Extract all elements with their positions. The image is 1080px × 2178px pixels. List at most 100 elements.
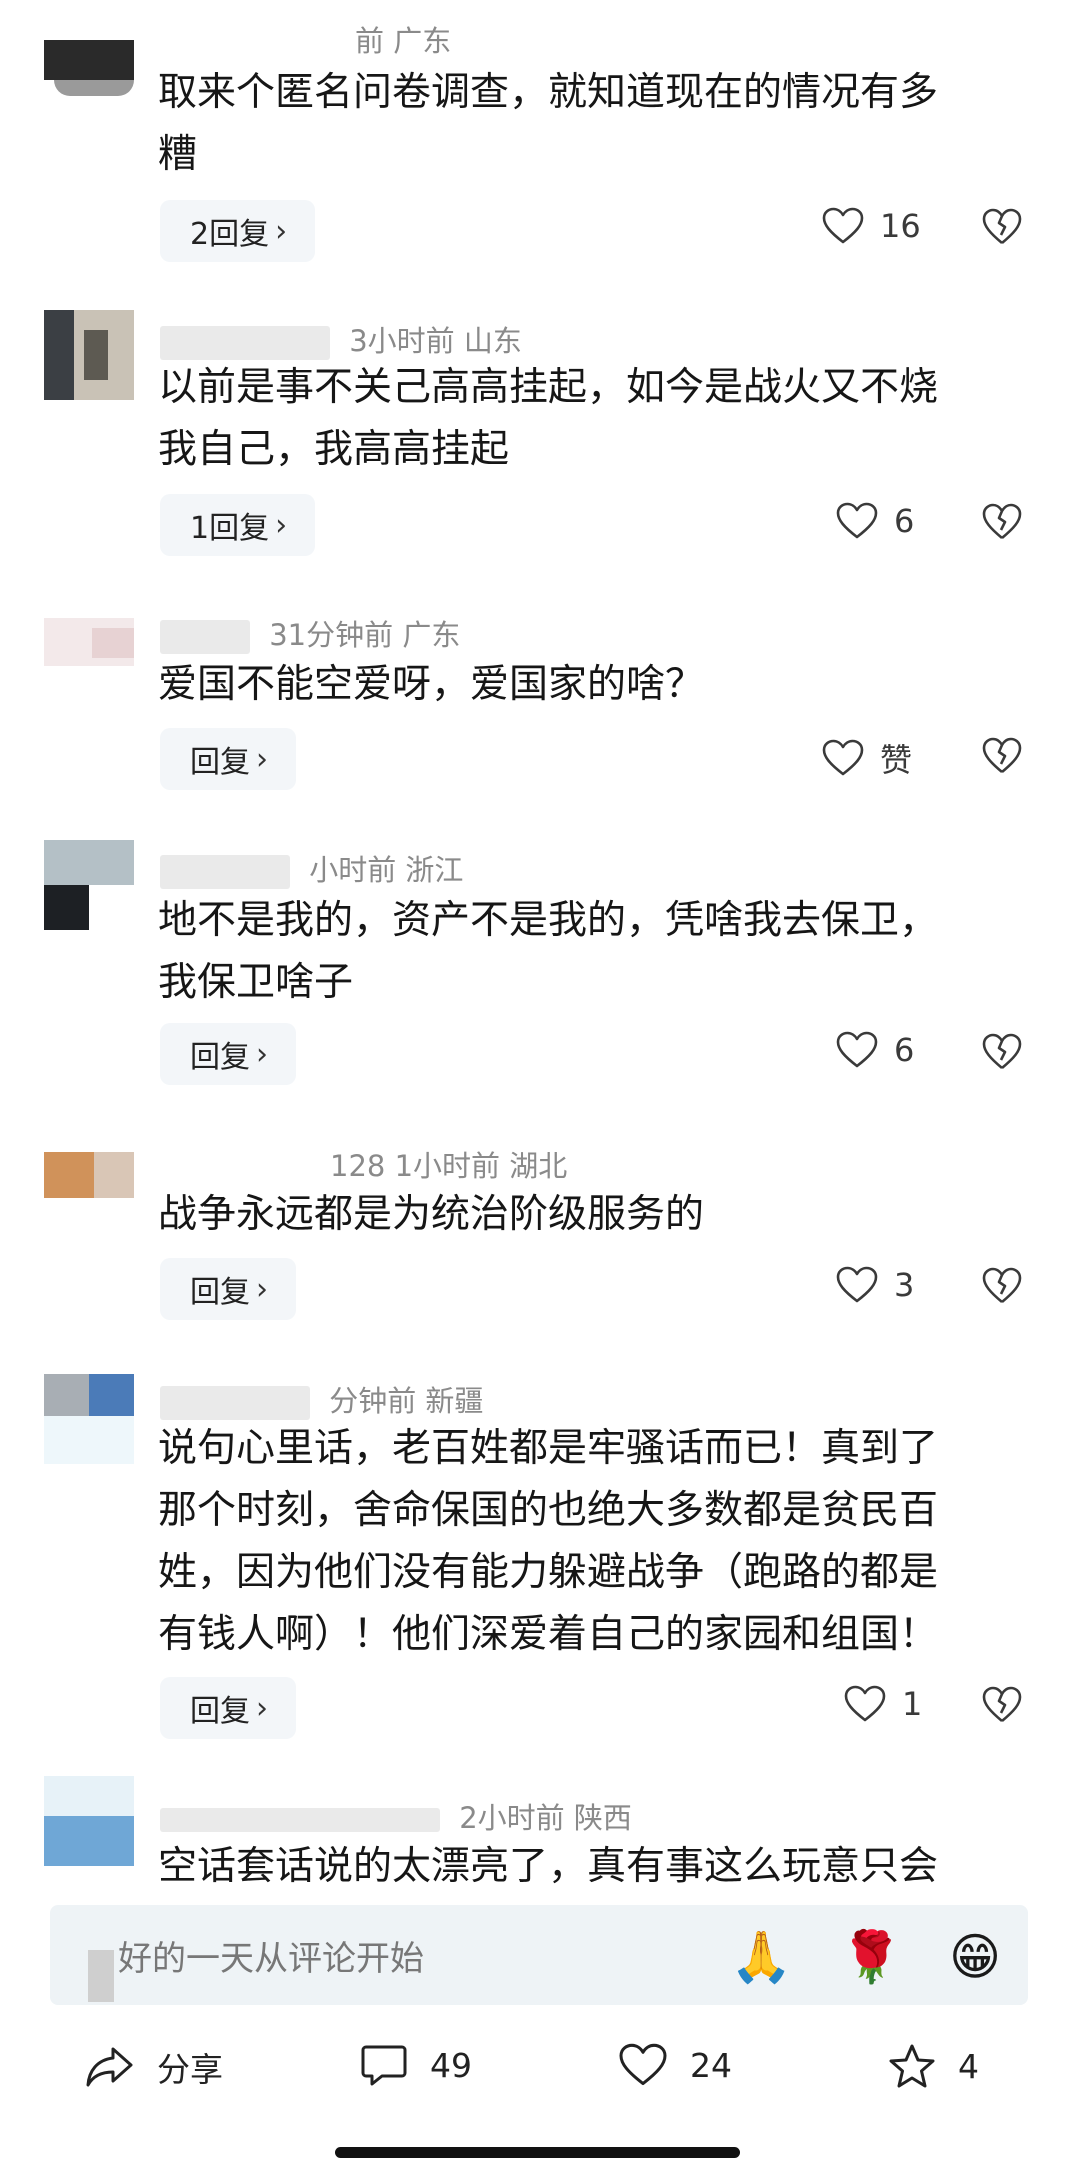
broken-heart-icon[interactable]: [982, 1686, 1022, 1726]
username-redacted: [160, 1808, 440, 1832]
comment-meta: 分钟前 新疆: [160, 1378, 483, 1420]
heart-icon: [822, 739, 864, 777]
reply-button[interactable]: 回复 ›: [160, 728, 296, 790]
comment-text-line: 取来个匿名问卷调查，就知道现在的情况有多: [158, 70, 939, 115]
heart-icon: [836, 1266, 878, 1304]
chevron-right-icon: ›: [256, 1036, 268, 1072]
like-count: 1: [902, 1685, 923, 1723]
avatar[interactable]: [44, 40, 134, 96]
comment-text-line: 姓，因为他们没有能力躲避战争（跑路的都是: [158, 1550, 939, 1595]
home-indicator[interactable]: [335, 2147, 740, 2158]
comment-text: 说句心里话，老百姓都是牢骚话而已！真到了 那个时刻，舍命保国的也绝大多数都是贫民…: [158, 1418, 1008, 1666]
avatar[interactable]: [44, 840, 134, 930]
like-post-button[interactable]: 24: [618, 2043, 732, 2087]
comment-text-line: 有钱人啊）！他们深爱着自己的家园和组国！: [158, 1612, 939, 1657]
reply-label: 回复: [190, 1694, 250, 1729]
reply-label: 1回复: [190, 511, 270, 546]
comment-input-placeholder: 好的一天从评论开始: [118, 1939, 424, 1979]
comment-count: 49: [430, 2045, 472, 2085]
like-button[interactable]: 赞: [822, 735, 912, 781]
chevron-right-icon: ›: [256, 1271, 268, 1307]
favorite-button[interactable]: 4: [888, 2043, 979, 2089]
reply-button[interactable]: 回复 ›: [160, 1023, 296, 1085]
comment-text: 以前是事不关己高高挂起，如今是战火又不烧 我自己，我高高挂起: [158, 357, 1008, 481]
like-button[interactable]: 6: [836, 1031, 914, 1069]
comment-text-line: 爱国不能空爱呀，爱国家的啥？: [158, 662, 705, 707]
reply-button[interactable]: 回复 ›: [160, 1258, 296, 1320]
username-redacted: [160, 326, 330, 360]
star-icon: [888, 2043, 936, 2089]
like-count: 24: [690, 2045, 732, 2085]
reply-label: 2回复: [190, 217, 270, 252]
comment-text-line: 战争永远都是为统治阶级服务的: [158, 1192, 705, 1237]
username-redacted: [160, 1386, 310, 1420]
comment-meta: 128 1小时前 湖北: [330, 1143, 567, 1185]
like-count: 6: [894, 1031, 915, 1069]
avatar[interactable]: [44, 1776, 134, 1866]
comment-text-line: 以前是事不关己高高挂起，如今是战火又不烧: [158, 365, 939, 410]
star-count: 4: [958, 2046, 979, 2086]
rose-emoji-icon[interactable]: 🌹: [840, 1927, 902, 1987]
comment-icon: [360, 2043, 408, 2087]
comment-text-line: 我自己，我高高挂起: [158, 427, 510, 472]
username-redacted: [160, 855, 290, 889]
like-button[interactable]: 3: [836, 1266, 914, 1304]
comment-input[interactable]: 好的一天从评论开始 🙏 🌹 😁: [50, 1905, 1028, 2005]
avatar[interactable]: [44, 1374, 134, 1464]
comments-button[interactable]: 49: [360, 2043, 472, 2087]
like-button[interactable]: 16: [822, 207, 921, 245]
avatar[interactable]: [44, 310, 134, 400]
comment-time-location: 2小时前 陕西: [459, 1801, 632, 1835]
bottom-action-bar: 分享 49 24 4: [0, 2035, 1080, 2115]
comment-time-location: 分钟前 新疆: [329, 1384, 484, 1418]
heart-icon: [822, 207, 864, 245]
like-label: 赞: [880, 741, 913, 779]
heart-icon: [836, 1031, 878, 1069]
chevron-right-icon: ›: [256, 1690, 268, 1726]
comment-time-location: 前 广东: [355, 24, 452, 58]
avatar[interactable]: [44, 1152, 134, 1198]
chevron-right-icon: ›: [275, 507, 288, 543]
share-button[interactable]: 分享: [85, 2043, 223, 2091]
comment-meta: 31分钟前 广东: [160, 612, 460, 654]
reply-button[interactable]: 1回复 ›: [160, 494, 316, 556]
comment-meta: 3小时前 山东: [160, 318, 522, 360]
comment-text-line: 糟: [158, 132, 198, 177]
comment-text-line: 说句心里话，老百姓都是牢骚话而已！真到了: [158, 1426, 939, 1471]
heart-icon: [618, 2043, 668, 2087]
comment-meta: 2小时前 陕西: [160, 1795, 632, 1837]
share-label: 分享: [157, 2050, 223, 2089]
grin-emoji-icon[interactable]: 😁: [945, 1927, 1005, 1987]
heart-icon: [836, 502, 878, 540]
comment-time-location: 128 1小时前 湖北: [330, 1149, 568, 1183]
comment-text-line: 我保卫啥子: [158, 960, 354, 1005]
pray-emoji-icon[interactable]: 🙏: [730, 1927, 792, 1987]
reply-label: 回复: [190, 1275, 250, 1310]
comment-time-location: 31分钟前 广东: [269, 618, 461, 652]
comment-text: 地不是我的，资产不是我的，凭啥我去保卫， 我保卫啥子: [158, 890, 1008, 1014]
reply-button[interactable]: 回复 ›: [160, 1677, 296, 1739]
broken-heart-icon[interactable]: [982, 737, 1022, 777]
comment-time-location: 3小时前 山东: [349, 324, 522, 358]
broken-heart-icon[interactable]: [982, 1033, 1022, 1073]
chevron-right-icon: ›: [275, 213, 288, 249]
comment-text-line: 空话套话说的太漂亮了，真有事这么玩意只会: [158, 1844, 939, 1889]
comment-text: 战争永远都是为统治阶级服务的: [158, 1184, 1008, 1246]
like-count: 16: [880, 207, 921, 245]
like-button[interactable]: 1: [844, 1685, 922, 1723]
broken-heart-icon[interactable]: [982, 208, 1022, 248]
comment-text: 空话套话说的太漂亮了，真有事这么玩意只会: [158, 1836, 1008, 1898]
heart-icon: [844, 1685, 886, 1723]
comment-text-line: 地不是我的，资产不是我的，凭啥我去保卫，: [158, 898, 939, 943]
like-count: 6: [894, 502, 915, 540]
broken-heart-icon[interactable]: [982, 503, 1022, 543]
avatar[interactable]: [44, 618, 134, 666]
broken-heart-icon[interactable]: [982, 1267, 1022, 1307]
comment-time-location: 小时前 浙江: [309, 853, 464, 887]
like-count: 3: [894, 1266, 915, 1304]
like-button[interactable]: 6: [836, 502, 914, 540]
comment-text: 取来个匿名问卷调查，就知道现在的情况有多 糟: [158, 62, 1008, 186]
reply-label: 回复: [190, 745, 250, 780]
reply-button[interactable]: 2回复 ›: [160, 200, 316, 262]
text-cursor: [88, 1950, 114, 2002]
